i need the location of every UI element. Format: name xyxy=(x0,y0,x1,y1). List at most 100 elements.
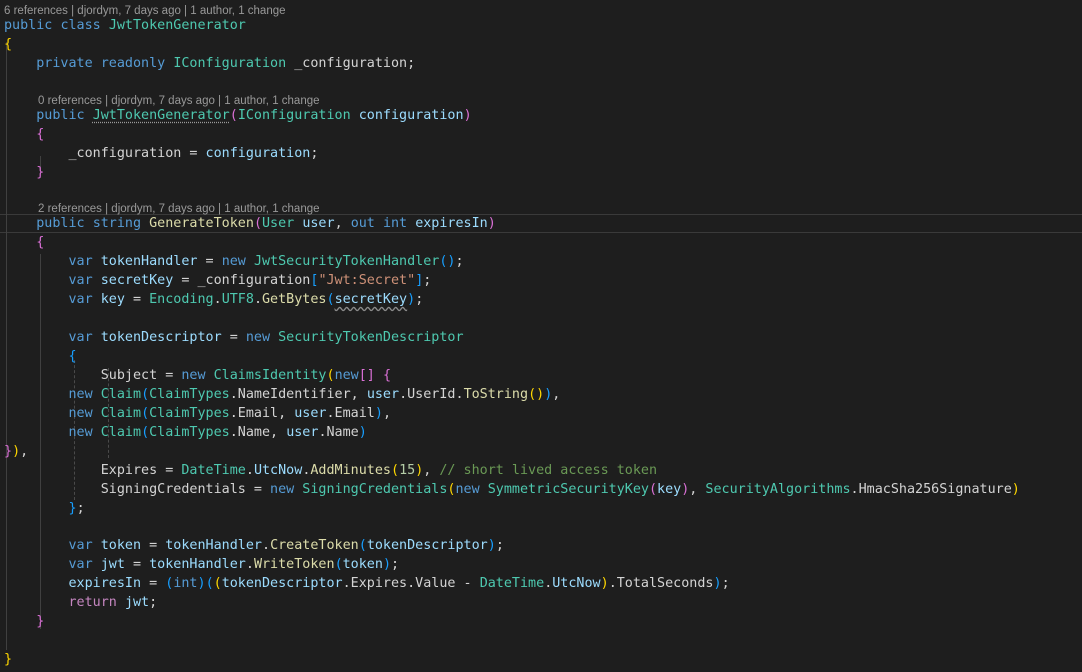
code-line[interactable]: var token = tokenHandler.CreateToken(tok… xyxy=(4,536,504,555)
code-token: CreateToken xyxy=(270,538,359,553)
code-line[interactable]: var tokenHandler = new JwtSecurityTokenH… xyxy=(4,252,464,271)
code-token: jwt xyxy=(100,557,125,572)
code-line[interactable]: Expires = DateTime.UtcNow.AddMinutes(15)… xyxy=(4,461,657,480)
code-token: ; xyxy=(391,557,400,572)
code-token: ( xyxy=(213,576,222,591)
code-token: new xyxy=(270,482,295,497)
code-token: ) xyxy=(374,406,383,421)
code-token: ( xyxy=(326,368,335,383)
code-token: .Expires.Value - xyxy=(342,576,480,591)
code-token: return xyxy=(68,595,117,610)
code-token: .UserId. xyxy=(399,387,464,402)
code-line[interactable]: { xyxy=(4,35,12,54)
code-token: { xyxy=(4,37,13,52)
code-line[interactable]: var key = Encoding.UTF8.GetBytes(secretK… xyxy=(4,290,424,309)
code-line[interactable]: public string GenerateToken(User user, o… xyxy=(4,214,496,233)
code-token: ; xyxy=(495,538,504,553)
code-token: var xyxy=(68,330,93,345)
code-token: var xyxy=(68,557,93,572)
code-token: string xyxy=(92,216,142,231)
code-token: IConfiguration xyxy=(237,108,351,123)
code-line[interactable]: public JwtTokenGenerator(IConfiguration … xyxy=(4,106,471,125)
code-token: ClaimTypes xyxy=(149,425,230,440)
code-token: ( xyxy=(253,216,262,231)
code-line[interactable]: { xyxy=(4,347,77,366)
code-token: ToString xyxy=(463,387,529,402)
code-token: secretKey xyxy=(100,273,174,288)
code-token: new xyxy=(181,368,206,383)
code-line[interactable]: var tokenDescriptor = new SecurityTokenD… xyxy=(4,328,464,347)
code-token: user xyxy=(366,387,400,402)
code-token: ) xyxy=(1011,482,1020,497)
code-token: = _configuration xyxy=(173,273,311,288)
code-line[interactable]: { xyxy=(4,233,44,252)
code-line[interactable]: SigningCredentials = new SigningCredenti… xyxy=(4,480,1020,499)
code-line[interactable]: var jwt = tokenHandler.WriteToken(token)… xyxy=(4,555,400,574)
code-token: new xyxy=(68,406,93,421)
code-token: // short lived access token xyxy=(439,463,658,478)
code-token: Claim xyxy=(100,387,142,402)
code-token: ) xyxy=(487,216,496,231)
code-line[interactable]: var secretKey = _configuration["Jwt:Secr… xyxy=(4,271,432,290)
code-line[interactable]: new Claim(ClaimTypes.Name, user.Name) xyxy=(4,423,367,442)
code-token: UTF8 xyxy=(221,292,254,307)
code-line[interactable]: new Claim(ClaimTypes.Email, user.Email), xyxy=(4,404,392,423)
code-token: DateTime xyxy=(181,463,246,478)
code-token: = xyxy=(124,557,150,572)
code-token: ; xyxy=(310,146,319,161)
code-line[interactable]: expiresIn = (int)((tokenDescriptor.Expir… xyxy=(4,574,730,593)
code-line[interactable]: } xyxy=(4,612,44,631)
code-token: new xyxy=(245,330,271,345)
code-line[interactable]: { xyxy=(4,125,44,144)
code-token: ( xyxy=(391,463,400,478)
code-line[interactable]: public class JwtTokenGenerator xyxy=(4,16,246,35)
code-token: out xyxy=(350,216,375,231)
code-token: ; xyxy=(149,595,158,610)
code-token: public xyxy=(36,108,85,123)
code-token: ClaimTypes xyxy=(149,406,230,421)
code-token: tokenHandler xyxy=(149,557,246,572)
code-line[interactable]: private readonly IConfiguration _configu… xyxy=(4,54,415,73)
code-line[interactable]: new Claim(ClaimTypes.NameIdentifier, use… xyxy=(4,385,561,404)
code-token: SigningCredentials xyxy=(302,482,448,497)
code-token: ( xyxy=(334,557,343,572)
code-line[interactable]: }), xyxy=(4,442,28,461)
code-token: GenerateToken xyxy=(149,216,254,231)
code-line[interactable]: Subject = new ClaimsIdentity(new[] { xyxy=(4,366,391,385)
code-editor[interactable]: 6 references | djordym, 7 days ago | 1 a… xyxy=(0,0,1082,672)
code-token: ; xyxy=(455,254,464,269)
code-token: , xyxy=(334,216,351,231)
code-token: class xyxy=(60,18,101,33)
code-token: configuration xyxy=(358,108,464,123)
code-token: Claim xyxy=(100,406,142,421)
code-token: } xyxy=(68,501,77,516)
code-token: tokenHandler xyxy=(165,538,262,553)
code-token: = xyxy=(197,254,222,269)
code-line[interactable]: _configuration = configuration; xyxy=(4,144,318,163)
code-line[interactable]: } xyxy=(4,163,44,182)
code-token: _configuration; xyxy=(286,56,416,71)
code-token: } xyxy=(36,165,45,180)
code-token: DateTime xyxy=(479,576,545,591)
code-token: new xyxy=(221,254,246,269)
code-line[interactable]: }; xyxy=(4,499,85,518)
code-token: tokenDescriptor xyxy=(221,576,343,591)
code-token: ( xyxy=(141,387,150,402)
code-token: ) xyxy=(197,576,206,591)
code-line[interactable]: return jwt; xyxy=(4,593,158,612)
code-token: token xyxy=(100,538,142,553)
code-line[interactable]: } xyxy=(4,650,12,669)
code-token: user xyxy=(286,425,319,440)
code-token: () xyxy=(528,387,545,402)
